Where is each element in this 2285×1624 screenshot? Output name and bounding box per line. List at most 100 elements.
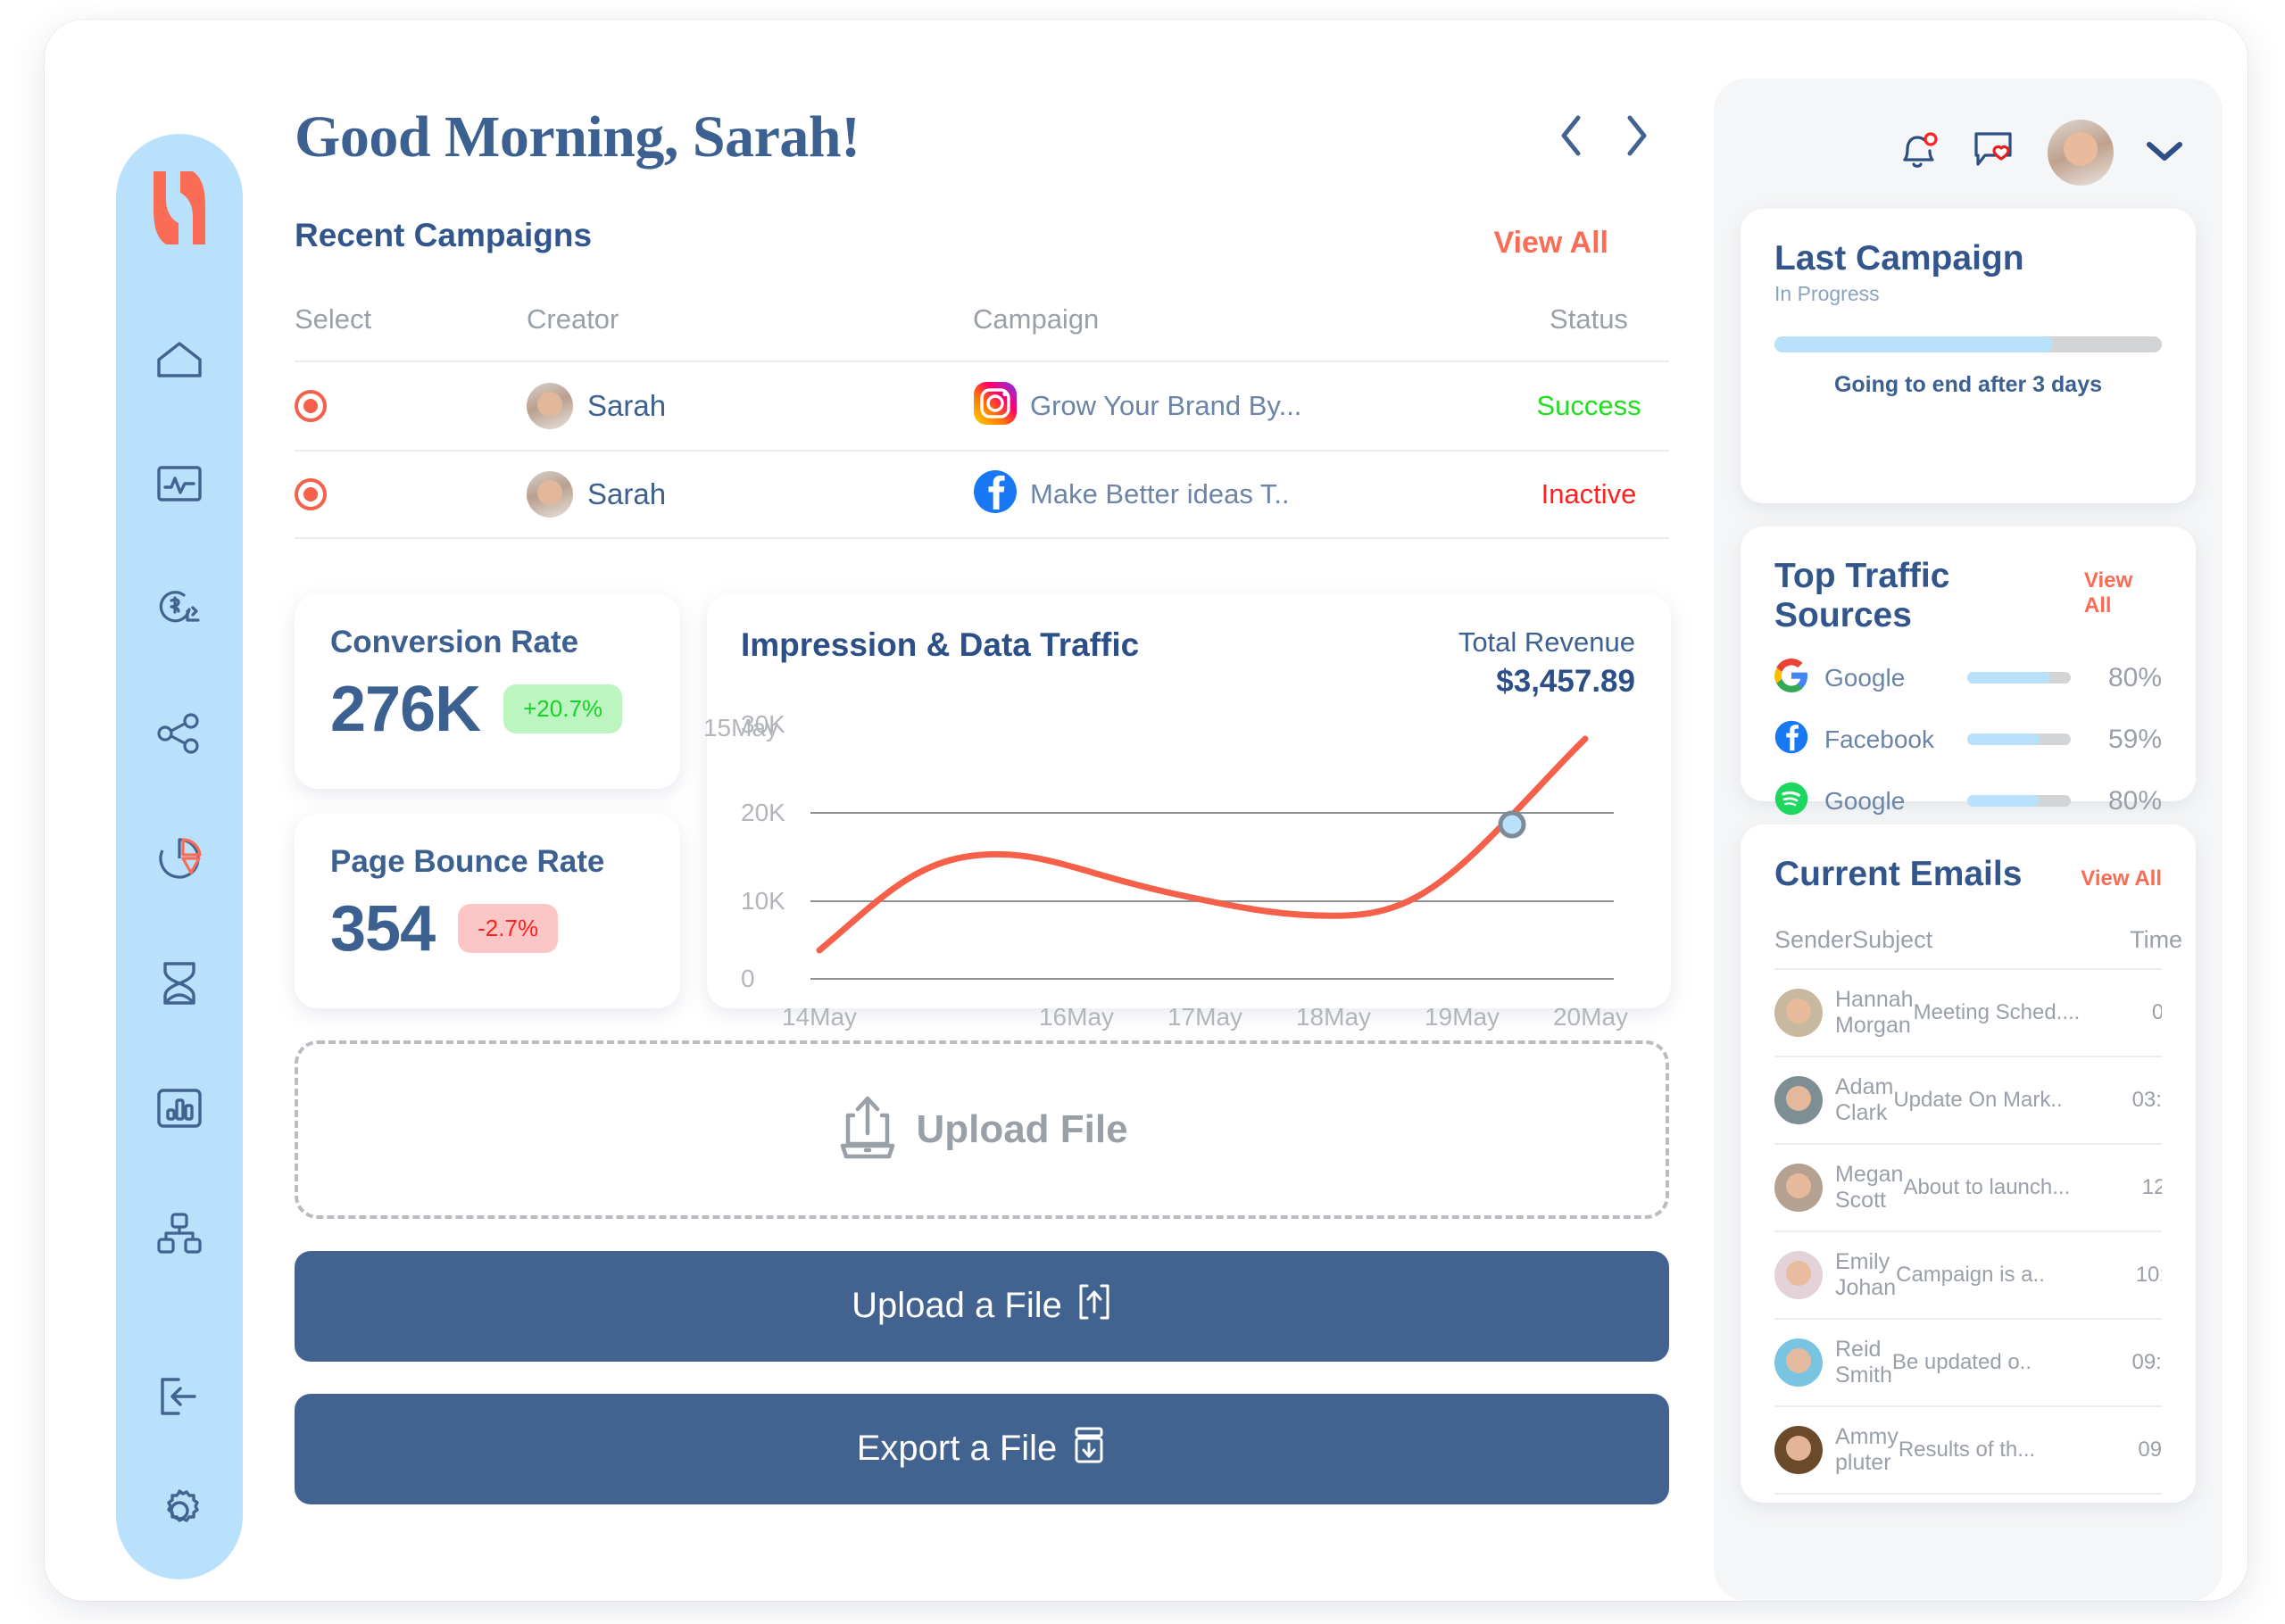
sidebar-item-activity[interactable] — [150, 454, 209, 513]
list-item[interactable]: Hannah MorganMeeting Sched.... 04:10 PM — [1774, 968, 2162, 1056]
email-subject: Campaign is a.. — [1896, 1263, 2045, 1287]
email-sender-name: Adam Clark — [1835, 1074, 1894, 1125]
file-dropzone[interactable]: Upload File — [295, 1040, 1669, 1219]
sidebar-item-analytics[interactable] — [150, 1079, 209, 1138]
emails-title: Current Emails — [1774, 855, 2023, 893]
emails-view-all-link[interactable]: View All — [2081, 866, 2162, 891]
emails-list: Hannah MorganMeeting Sched.... 04:10 PM Ad… — [1774, 968, 2162, 1503]
table-row[interactable]: Sarah Grow Your Brand By... Success — [295, 360, 1669, 450]
email-sender-cell: Ammy pluter — [1774, 1424, 1899, 1476]
traffic-percent: 80% — [2107, 662, 2162, 692]
list-item[interactable]: Megan ScottAbout to launch... 12:16 PM — [1774, 1143, 2162, 1230]
spotify-icon — [1774, 782, 1816, 820]
next-arrow-icon[interactable] — [1621, 112, 1653, 164]
avatar — [1774, 989, 1823, 1037]
right-rail: Last Campaign In Progress Going to end a… — [1714, 79, 2223, 1601]
traffic-percent: 80% — [2107, 785, 2162, 816]
upload-a-file-button[interactable]: Upload a File — [295, 1250, 1669, 1362]
facebook-icon — [973, 469, 1018, 518]
email-time: 09:10 AM — [2138, 1438, 2162, 1462]
email-time: 10:10 AM — [2135, 1263, 2162, 1287]
sidebar-item-logout[interactable] — [150, 1367, 209, 1426]
page-title: Good Morning, Sarah! — [295, 104, 860, 170]
traffic-progress-bar — [1967, 733, 2071, 745]
creator-cell: Sarah — [527, 382, 973, 429]
list-item[interactable]: Adam ClarkUpdate On Mark.. 03:18 PM — [1774, 1056, 2162, 1143]
avatar — [527, 382, 573, 429]
sidebar-item-pending[interactable] — [150, 954, 209, 1013]
upload-file-icon — [835, 1094, 900, 1164]
column-header-subject: Subject — [1852, 926, 1933, 953]
table-row[interactable]: Sarah Make Better ideas T.. Inactive — [295, 449, 1669, 539]
sidebar-item-home[interactable] — [150, 329, 209, 388]
x-tick-label: 15May — [702, 713, 779, 742]
email-subject: About to launch... — [1903, 1175, 2071, 1199]
impression-traffic-chart-card: Impression & Data Traffic Total Revenue … — [703, 593, 1671, 1031]
total-revenue-label: Total Revenue — [1458, 626, 1635, 658]
sidebar-item-settings[interactable] — [150, 1481, 209, 1540]
sidebar-item-structure[interactable] — [150, 1204, 209, 1263]
list-item[interactable]: Google 80% — [1774, 659, 2162, 697]
rail-toolbar — [1714, 79, 2223, 186]
avatar — [1774, 1251, 1823, 1299]
upload-arrow-icon — [1076, 1281, 1112, 1331]
chart-title: Impression & Data Traffic — [741, 626, 1140, 663]
export-a-file-button[interactable]: Export a File — [295, 1393, 1669, 1504]
carousel-pager — [1555, 112, 1653, 164]
x-tick-label: 17May — [1167, 1002, 1243, 1031]
email-sender-cell: Megan Scott — [1774, 1162, 1903, 1214]
chat-heart-icon[interactable] — [1971, 128, 2017, 178]
page-header: Good Morning, Sarah! — [295, 104, 1687, 170]
stat-value: 276K — [330, 673, 481, 745]
last-campaign-card: Last Campaign In Progress Going to end a… — [1741, 209, 2196, 503]
sidebar — [116, 134, 243, 1579]
x-tick-label: 20May — [1552, 1002, 1629, 1031]
campaign-progress-note: Going to end after 3 days — [1833, 372, 2103, 397]
sidebar-item-share[interactable] — [150, 704, 209, 763]
email-subject: Update On Mark.. — [1893, 1088, 2063, 1112]
campaign-name: Make Better ideas T.. — [1030, 477, 1290, 510]
list-item[interactable]: Facebook 59% — [1774, 720, 2162, 758]
stat-title: Page Bounce Rate — [330, 843, 605, 879]
creator-name: Sarah — [587, 388, 667, 422]
list-item[interactable]: Google 80% — [1774, 782, 2162, 820]
conversion-rate-card: Conversion Rate 276K +20.7% — [295, 593, 680, 789]
bell-notification-icon[interactable] — [1894, 128, 1940, 178]
upload-button-label: Upload a File — [852, 1286, 1062, 1326]
dropzone-label: Upload File — [916, 1106, 1128, 1151]
row-radio-select[interactable] — [295, 389, 327, 422]
last-campaign-status: In Progress — [1774, 282, 1880, 305]
traffic-progress-bar — [1967, 672, 2071, 684]
campaigns-table: Select Creator Campaign Status Sarah Gro… — [295, 303, 1669, 539]
last-campaign-title: Last Campaign — [1774, 239, 2024, 278]
prev-arrow-icon[interactable] — [1555, 112, 1587, 164]
list-item[interactable]: Reid SmithBe updated o.. 09:18 AM — [1774, 1318, 2162, 1405]
traffic-source-name: Facebook — [1824, 725, 1934, 753]
flame-logo[interactable] — [148, 170, 211, 251]
email-time: 03:18 PM — [2131, 1088, 2162, 1112]
column-header-campaign: Campaign — [973, 302, 1100, 335]
current-emails-card: Current Emails View All Sender Subject T… — [1741, 824, 2196, 1503]
row-radio-select[interactable] — [295, 477, 327, 510]
page-bounce-rate-card: Page Bounce Rate 354 -2.7% — [295, 813, 680, 1008]
campaigns-title: Recent Campaigns — [295, 216, 593, 253]
stat-cards: Conversion Rate 276K +20.7% Page Bounce … — [295, 593, 680, 1008]
list-item[interactable]: Ammy pluterResults of th... 09:10 AM — [1774, 1405, 2162, 1493]
chevron-down-icon[interactable] — [2144, 137, 2185, 169]
sidebar-bottom-nav — [150, 1367, 209, 1540]
email-sender-name: Reid Smith — [1835, 1337, 1892, 1388]
sidebar-item-revenue[interactable] — [150, 579, 209, 638]
list-item[interactable]: Emily JohanCampaign is a.. 10:10 AM — [1774, 1230, 2162, 1318]
creator-cell: Sarah — [527, 470, 973, 518]
avatar — [527, 470, 573, 518]
email-subject: Meeting Sched.... — [1913, 1000, 2081, 1024]
list-item[interactable]: Lina JacobGet the best r..09:10 AM — [1774, 1493, 2162, 1503]
sidebar-item-reports[interactable] — [150, 829, 209, 888]
email-sender-cell: Hannah Morgan — [1774, 987, 1914, 1039]
traffic-percent: 59% — [2107, 724, 2162, 754]
campaign-cell: Make Better ideas T.. — [973, 469, 1508, 518]
traffic-view-all-link[interactable]: View All — [2084, 568, 2162, 618]
campaigns-view-all-link[interactable]: View All — [1494, 226, 1609, 261]
top-traffic-sources-card: Top Traffic Sources View All Google 80% — [1741, 526, 2196, 816]
user-avatar[interactable] — [2048, 120, 2114, 186]
